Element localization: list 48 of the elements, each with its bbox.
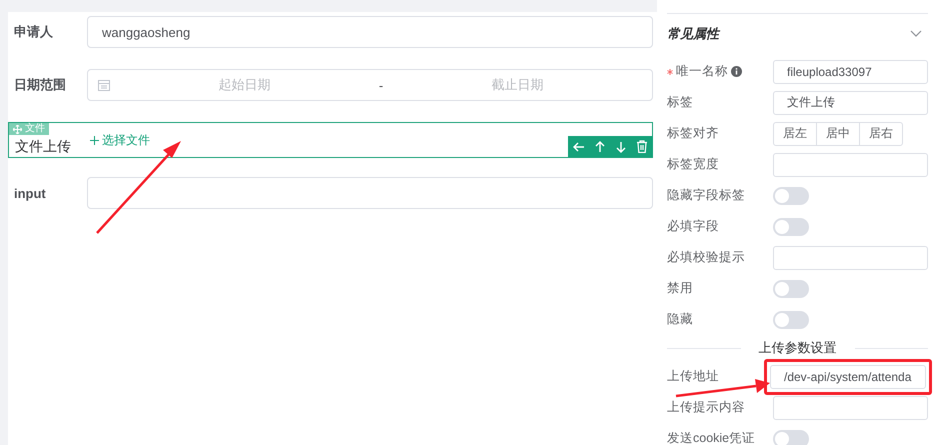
selected-upload-widget[interactable]: 文件上传 选择文件 文件 [8,122,653,158]
radio-button[interactable]: 居中 [816,122,860,146]
property-label: 唯一名称 [676,63,728,80]
section-title: 常见属性 [667,25,719,43]
property-label: 标签 [667,94,693,111]
property-label: 隐藏字段标签 [667,187,745,204]
field-label: 申请人 [13,23,54,41]
section-divider-title: 上传参数设置 [740,338,854,356]
field-label: input [13,186,47,200]
property-label: 禁用 [667,280,693,297]
radio-button[interactable]: 居右 [859,122,903,146]
chevron-icon[interactable] [910,30,922,38]
move-icon [13,124,22,134]
toggle-switch[interactable] [773,430,809,445]
property-label: 隐藏 [667,311,693,328]
arrow-up-icon[interactable] [594,140,606,152]
input-field[interactable] [773,152,928,176]
input-field[interactable]: wanggaosheng [87,16,653,48]
field-label: 文件上传 [14,138,72,154]
input-field[interactable] [773,246,928,270]
toggle-switch[interactable] [773,280,809,298]
end-date-placeholder: 截止日期 [490,76,545,94]
toggle-switch[interactable] [773,186,809,204]
toggle-switch[interactable] [773,218,809,236]
calendar-icon [98,79,110,91]
plus-icon [90,136,99,144]
arrow-left-icon[interactable] [573,140,585,152]
input-field[interactable] [773,396,928,420]
toggle-switch[interactable] [773,310,809,328]
property-label: 上传地址 [667,368,719,385]
input-field[interactable]: fileupload33097 [773,60,928,84]
field-label: 日期范围 [13,76,67,94]
start-date-placeholder: 起始日期 [217,76,272,94]
arrow-down-icon[interactable] [615,140,627,152]
property-label: 必填校验提示 [667,249,745,266]
radio-button[interactable]: 居左 [773,122,817,146]
range-separator: - [378,78,384,92]
property-label: 必填字段 [667,218,719,235]
date-range-field[interactable]: 起始日期 - 截止日期 [87,69,653,101]
info-icon[interactable] [731,66,742,77]
property-label: 上传提示内容 [667,399,745,416]
trash-icon[interactable] [636,140,648,153]
property-label: 标签宽度 [667,156,719,173]
input-field[interactable]: /dev-api/system/attenda [770,364,926,388]
input-field[interactable]: 文件上传 [773,90,928,114]
input-field[interactable] [87,177,653,209]
property-label: 发送cookie凭证 [667,430,756,445]
property-label: 标签对齐 [667,125,719,142]
